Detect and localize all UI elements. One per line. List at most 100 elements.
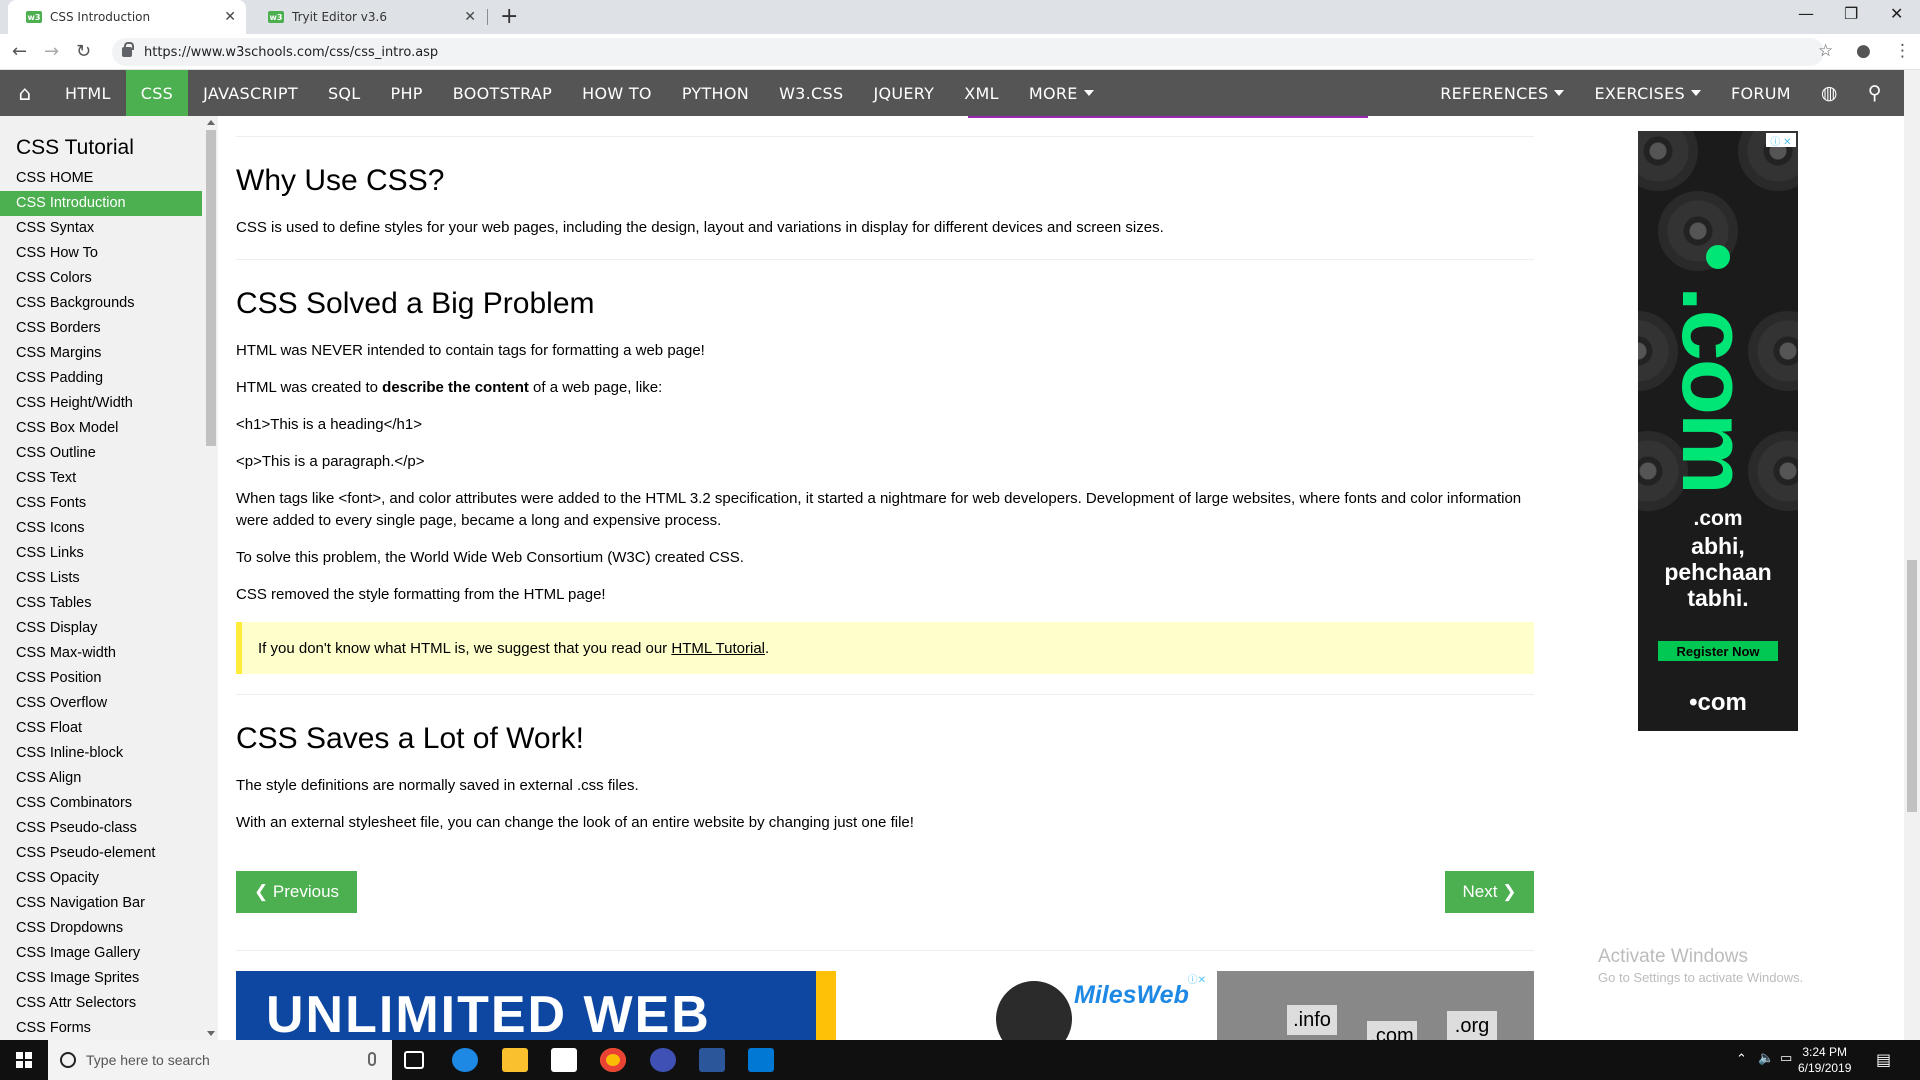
sidebar-item[interactable]: CSS Image Gallery bbox=[0, 941, 218, 966]
sidebar-item[interactable]: CSS Pseudo-class bbox=[0, 816, 218, 841]
start-button[interactable] bbox=[0, 1040, 48, 1080]
sidebar-item[interactable]: CSS Navigation Bar bbox=[0, 891, 218, 916]
sidebar-item[interactable]: CSS Align bbox=[0, 766, 218, 791]
sidebar-item[interactable]: CSS Margins bbox=[0, 341, 218, 366]
profile-avatar-icon[interactable]: ● bbox=[1856, 41, 1871, 61]
nav-references[interactable]: REFERENCES bbox=[1425, 70, 1579, 116]
nav-more[interactable]: MORE bbox=[1014, 70, 1109, 116]
sidebar-item[interactable]: CSS Icons bbox=[0, 516, 218, 541]
sidebar-item[interactable]: CSS Inline-block bbox=[0, 741, 218, 766]
tray-chevron-icon[interactable]: ⌃ bbox=[1736, 1052, 1747, 1067]
nav-jquery[interactable]: JQUERY bbox=[858, 70, 949, 116]
sidebar-item[interactable]: CSS Float bbox=[0, 716, 218, 741]
previous-button[interactable]: ❮ Previous bbox=[236, 871, 357, 913]
browser-tab[interactable]: w3 Tryit Editor v3.6 ✕ bbox=[250, 0, 486, 34]
sidebar-item[interactable]: CSS Fonts bbox=[0, 491, 218, 516]
ad-close-icon[interactable]: ⓘ✕ bbox=[1188, 971, 1206, 986]
eclipse-icon[interactable] bbox=[650, 1048, 676, 1072]
close-tab-icon[interactable]: ✕ bbox=[224, 9, 236, 25]
minimize-icon[interactable]: — bbox=[1798, 4, 1814, 23]
task-view-icon[interactable] bbox=[404, 1051, 424, 1069]
edge-icon[interactable] bbox=[452, 1048, 478, 1072]
nav-howto[interactable]: HOW TO bbox=[567, 70, 667, 116]
sidebar-item[interactable]: CSS Backgrounds bbox=[0, 291, 218, 316]
sidebar-item[interactable]: CSS Dropdowns bbox=[0, 916, 218, 941]
menu-kebab-icon[interactable]: ⋮ bbox=[1894, 41, 1911, 61]
sidebar-scroll-thumb[interactable] bbox=[206, 130, 216, 446]
browser-tab-active[interactable]: w3 CSS Introduction ✕ bbox=[8, 0, 246, 34]
chrome-icon[interactable] bbox=[600, 1048, 626, 1072]
nav-exercises[interactable]: EXERCISES bbox=[1579, 70, 1716, 116]
sidebar-item[interactable]: CSS HOME bbox=[0, 166, 218, 191]
sidebar-item[interactable]: CSS Image Sprites bbox=[0, 966, 218, 991]
html-tutorial-link[interactable]: HTML Tutorial bbox=[671, 640, 765, 657]
next-button[interactable]: Next ❯ bbox=[1445, 871, 1534, 913]
nav-css[interactable]: CSS bbox=[125, 70, 189, 116]
word-icon[interactable] bbox=[699, 1048, 725, 1072]
ad-banner-domains[interactable]: .info .org .com ⓘ✕ bbox=[1217, 971, 1534, 1040]
file-explorer-icon[interactable] bbox=[502, 1048, 528, 1072]
nav-sql[interactable]: SQL bbox=[313, 70, 376, 116]
sidebar-item[interactable]: CSS Max-width bbox=[0, 641, 218, 666]
sidebar-item[interactable]: CSS Colors bbox=[0, 266, 218, 291]
ad-banner-web[interactable]: UNLIMITED WEB bbox=[236, 971, 836, 1040]
home-icon[interactable]: ⌂ bbox=[0, 70, 50, 116]
taskbar-clock[interactable]: 3:24 PM 6/19/2019 bbox=[1798, 1044, 1851, 1076]
url-input[interactable]: https://www.w3schools.com/css/css_intro.… bbox=[112, 38, 1824, 66]
scroll-up-icon[interactable] bbox=[207, 120, 215, 125]
sidebar-item[interactable]: CSS Pseudo-element bbox=[0, 841, 218, 866]
action-center-icon[interactable]: ▤ bbox=[1876, 1050, 1891, 1069]
ad-skyscraper[interactable]: .com .com abhi, pehchaan tabhi. Register… bbox=[1638, 131, 1798, 731]
nav-xml[interactable]: XML bbox=[949, 70, 1014, 116]
sidebar-item[interactable]: CSS Forms bbox=[0, 1016, 218, 1040]
ad-close-icon[interactable]: ⓘ ✕ bbox=[1766, 133, 1796, 148]
taskbar-search-input[interactable]: Type here to search bbox=[48, 1040, 392, 1080]
sidebar-item[interactable]: CSS Padding bbox=[0, 366, 218, 391]
nav-w3css[interactable]: W3.CSS bbox=[764, 70, 858, 116]
sidebar-item[interactable]: CSS Links bbox=[0, 541, 218, 566]
sidebar-item[interactable]: CSS Box Model bbox=[0, 416, 218, 441]
sidebar-item[interactable]: CSS Combinators bbox=[0, 791, 218, 816]
nav-php[interactable]: PHP bbox=[376, 70, 438, 116]
globe-icon[interactable]: ◍ bbox=[1806, 70, 1853, 116]
nav-python[interactable]: PYTHON bbox=[667, 70, 764, 116]
sidebar-scrollbar[interactable] bbox=[204, 116, 218, 1040]
ad-register-button[interactable]: Register Now bbox=[1658, 641, 1778, 661]
sidebar-item[interactable]: CSS Tables bbox=[0, 591, 218, 616]
sidebar-item[interactable]: CSS Borders bbox=[0, 316, 218, 341]
search-icon[interactable]: ⚲ bbox=[1853, 70, 1904, 116]
store-icon[interactable] bbox=[551, 1048, 577, 1072]
sidebar-item[interactable]: CSS Lists bbox=[0, 566, 218, 591]
reload-icon[interactable]: ↻ bbox=[76, 41, 91, 62]
nav-forum[interactable]: FORUM bbox=[1716, 70, 1806, 116]
sidebar-item[interactable]: CSS Position bbox=[0, 666, 218, 691]
sidebar-item[interactable]: CSS Outline bbox=[0, 441, 218, 466]
nav-html[interactable]: HTML bbox=[50, 70, 126, 116]
sidebar-item[interactable]: CSS Introduction bbox=[0, 191, 202, 216]
network-icon[interactable]: ▭ bbox=[1780, 1051, 1792, 1066]
ad-banner-milesweb[interactable]: MilesWeb ⓘ✕ bbox=[956, 971, 1206, 1040]
sidebar-item[interactable]: CSS Text bbox=[0, 466, 218, 491]
sidebar-item[interactable]: CSS How To bbox=[0, 241, 218, 266]
sidebar-item[interactable]: CSS Overflow bbox=[0, 691, 218, 716]
nav-bootstrap[interactable]: BOOTSTRAP bbox=[438, 70, 567, 116]
close-window-icon[interactable]: ✕ bbox=[1890, 4, 1903, 23]
sidebar-item[interactable]: CSS Syntax bbox=[0, 216, 218, 241]
nav-javascript[interactable]: JAVASCRIPT bbox=[188, 70, 313, 116]
page-scroll-thumb[interactable] bbox=[1907, 560, 1917, 812]
volume-icon[interactable]: 🔈 bbox=[1758, 1051, 1774, 1066]
sidebar-item[interactable]: CSS Opacity bbox=[0, 866, 218, 891]
microphone-icon[interactable] bbox=[368, 1052, 376, 1066]
bookmark-star-icon[interactable]: ☆ bbox=[1818, 41, 1833, 61]
new-tab-icon[interactable]: + bbox=[500, 4, 518, 29]
sidebar-item[interactable]: CSS Display bbox=[0, 616, 218, 641]
sidebar-item[interactable]: CSS Attr Selectors bbox=[0, 991, 218, 1016]
forward-arrow-icon[interactable]: → bbox=[44, 41, 59, 62]
restore-icon[interactable]: ❐ bbox=[1844, 4, 1858, 23]
back-arrow-icon[interactable]: ← bbox=[12, 41, 27, 62]
sidebar-item[interactable]: CSS Height/Width bbox=[0, 391, 218, 416]
scroll-down-icon[interactable] bbox=[207, 1031, 215, 1036]
vscode-icon[interactable] bbox=[748, 1048, 774, 1072]
close-tab-icon[interactable]: ✕ bbox=[464, 9, 476, 25]
page-scrollbar[interactable] bbox=[1904, 70, 1920, 1040]
